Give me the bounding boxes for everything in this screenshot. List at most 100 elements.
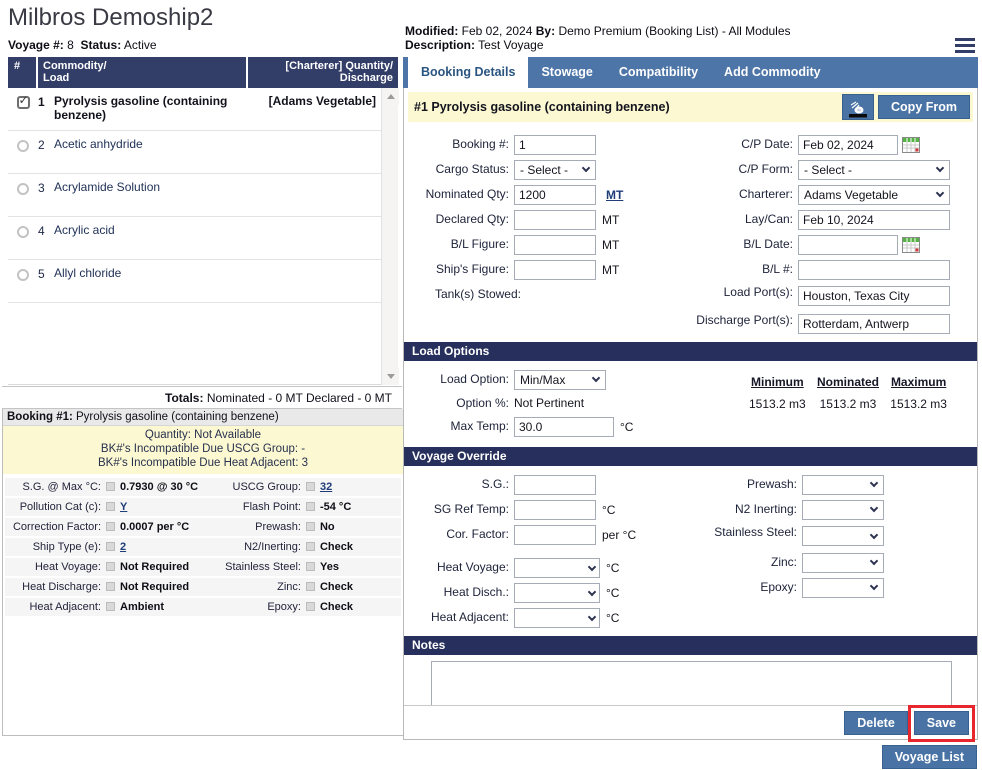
booking-warning-box: Quantity: Not Available BK#'s Incompatib… xyxy=(3,426,403,474)
n2-inerting-select[interactable] xyxy=(802,500,884,520)
tab-compatibility[interactable]: Compatibility xyxy=(606,57,711,88)
uscg-group-link[interactable]: 32 xyxy=(320,481,332,493)
cp-date-input[interactable] xyxy=(798,135,898,155)
load-ports-input[interactable] xyxy=(798,286,950,306)
ships-figure-input[interactable] xyxy=(514,260,596,280)
zinc-select[interactable] xyxy=(802,553,884,573)
cp-form-select[interactable]: - Select - xyxy=(798,160,950,180)
load-options-body: Load Option: Min/Max Option %: Not Perti… xyxy=(404,361,977,447)
left-panel: Milbros Demoship2 Voyage #: 8 Status: Ac… xyxy=(0,0,403,770)
heat-voyage-input[interactable] xyxy=(514,558,600,578)
commodity-name: Acrylamide Solution xyxy=(54,180,268,194)
field-stainless-override: Stainless Steel: xyxy=(694,522,975,550)
epoxy-select[interactable] xyxy=(802,578,884,598)
stainless-steel-select[interactable] xyxy=(802,526,884,546)
commodity-row-5[interactable]: 5 Allyl chloride xyxy=(8,260,398,303)
commodity-table-header: # Commodity/ Load [Charterer] Quantity/ … xyxy=(8,57,398,88)
copy-from-button[interactable]: Copy From xyxy=(878,95,970,119)
tab-booking-details[interactable]: Booking Details xyxy=(408,57,528,88)
charterer-select[interactable]: Adams Vegetable xyxy=(798,185,950,205)
delete-button[interactable]: Delete xyxy=(844,711,908,735)
laycan-input[interactable] xyxy=(798,210,950,230)
field-bl-no: B/L #: xyxy=(694,257,975,282)
tank-wash-button[interactable] xyxy=(842,94,874,120)
totals-value: Nominated - 0 MT Declared - 0 MT xyxy=(207,391,392,405)
bl-figure-input[interactable] xyxy=(514,235,596,255)
nominated-qty-unit-link[interactable]: MT xyxy=(596,188,623,202)
booking-no-input[interactable] xyxy=(514,135,596,155)
discharge-ports-input[interactable] xyxy=(798,314,950,334)
field-cor-factor: Cor. Factor: per °C xyxy=(406,522,694,547)
tab-add-commodity[interactable]: Add Commodity xyxy=(711,57,834,88)
booking-summary-panel: Booking #1: Pyrolysis gasoline (containi… xyxy=(2,409,404,736)
field-charterer: Charterer: Adams Vegetable xyxy=(694,182,975,207)
status-value: Active xyxy=(124,38,157,52)
field-prewash-override: Prewash: xyxy=(694,472,975,497)
status-label: Status: xyxy=(81,38,122,52)
load-option-select[interactable]: Min/Max xyxy=(514,370,606,390)
commodity-row-3[interactable]: 3 Acrylamide Solution xyxy=(8,174,398,217)
max-temp-input[interactable] xyxy=(514,417,614,437)
tank-wash-icon xyxy=(847,99,869,119)
field-sg-ref-temp: SG Ref Temp: °C xyxy=(406,497,694,522)
cargo-title: #1 Pyrolysis gasoline (containing benzen… xyxy=(414,100,842,114)
list-scrollbar[interactable] xyxy=(381,88,398,385)
commodity-row-4[interactable]: 4 Acrylic acid xyxy=(8,217,398,260)
tab-stowage[interactable]: Stowage xyxy=(528,57,605,88)
warning-uscg: BK#'s Incompatible Due USCG Group: - xyxy=(3,442,403,456)
calendar-icon[interactable] xyxy=(902,137,920,153)
field-cp-form: C/P Form: - Select - xyxy=(694,157,975,182)
cor-factor-input[interactable] xyxy=(514,525,596,545)
booking-summary-title: Booking #1: Pyrolysis gasoline (containi… xyxy=(3,409,403,426)
bl-no-input[interactable] xyxy=(798,260,950,280)
chevron-down-icon xyxy=(936,189,944,197)
row-radio[interactable] xyxy=(17,269,29,281)
heat-adjacent-input[interactable] xyxy=(514,608,600,628)
field-laycan: Lay/Can: xyxy=(694,207,975,232)
bl-date-input[interactable] xyxy=(798,235,898,255)
scroll-up-icon[interactable] xyxy=(382,88,399,105)
detail-ship-type: Ship Type (e): 2 xyxy=(5,538,209,556)
field-zinc-override: Zinc: xyxy=(694,550,975,575)
right-panel: Modified: Feb 02, 2024 By: Demo Premium … xyxy=(403,0,982,770)
sg-ref-temp-input[interactable] xyxy=(514,500,596,520)
cargo-status-select[interactable]: - Select - xyxy=(514,160,596,180)
declared-qty-input[interactable] xyxy=(514,210,596,230)
commodity-table: # Commodity/ Load [Charterer] Quantity/ … xyxy=(8,57,398,385)
voyage-list-button[interactable]: Voyage List xyxy=(882,745,977,769)
commodity-name: Allyl chloride xyxy=(54,266,268,280)
save-button[interactable]: Save xyxy=(914,711,969,735)
row-radio[interactable] xyxy=(17,226,29,238)
notes-header: Notes xyxy=(404,636,977,655)
load-options-header: Load Options xyxy=(404,342,977,361)
row-checkbox-checked[interactable]: ✓ xyxy=(17,96,30,109)
calendar-icon[interactable] xyxy=(902,237,920,253)
detail-pollution-cat: Pollution Cat (c): Y xyxy=(5,498,209,516)
detail-zinc: Zinc: Check xyxy=(209,578,401,596)
sg-input[interactable] xyxy=(514,475,596,495)
menu-icon[interactable] xyxy=(955,38,975,53)
description-value: Test Voyage xyxy=(478,38,543,52)
row-radio[interactable] xyxy=(17,183,29,195)
field-tanks-stowed: Tank(s) Stowed: xyxy=(406,282,694,307)
column-header-num: # xyxy=(8,57,38,88)
status-square-icon xyxy=(306,602,315,611)
scroll-down-icon[interactable] xyxy=(382,368,399,385)
panel-footer: Delete Save xyxy=(404,705,977,739)
heat-adjacent-combo[interactable] xyxy=(514,608,600,628)
chevron-down-icon xyxy=(582,164,590,172)
status-square-icon xyxy=(306,502,315,511)
tab-bar: Booking Details Stowage Compatibility Ad… xyxy=(403,57,978,88)
heat-voyage-combo[interactable] xyxy=(514,558,600,578)
ship-type-link[interactable]: 2 xyxy=(120,541,126,553)
field-option-pct: Option %: Not Pertinent xyxy=(406,392,694,414)
pollution-cat-link[interactable]: Y xyxy=(120,501,127,513)
prewash-select[interactable] xyxy=(802,475,884,495)
commodity-row-2[interactable]: 2 Acetic anhydride xyxy=(8,131,398,174)
heat-disch-combo[interactable] xyxy=(514,583,600,603)
commodity-row-1[interactable]: ✓ 1 Pyrolysis gasoline (containing benze… xyxy=(8,88,398,131)
row-radio[interactable] xyxy=(17,140,29,152)
status-square-icon xyxy=(306,542,315,551)
nominated-qty-input[interactable] xyxy=(514,185,596,205)
heat-disch-input[interactable] xyxy=(514,583,600,603)
